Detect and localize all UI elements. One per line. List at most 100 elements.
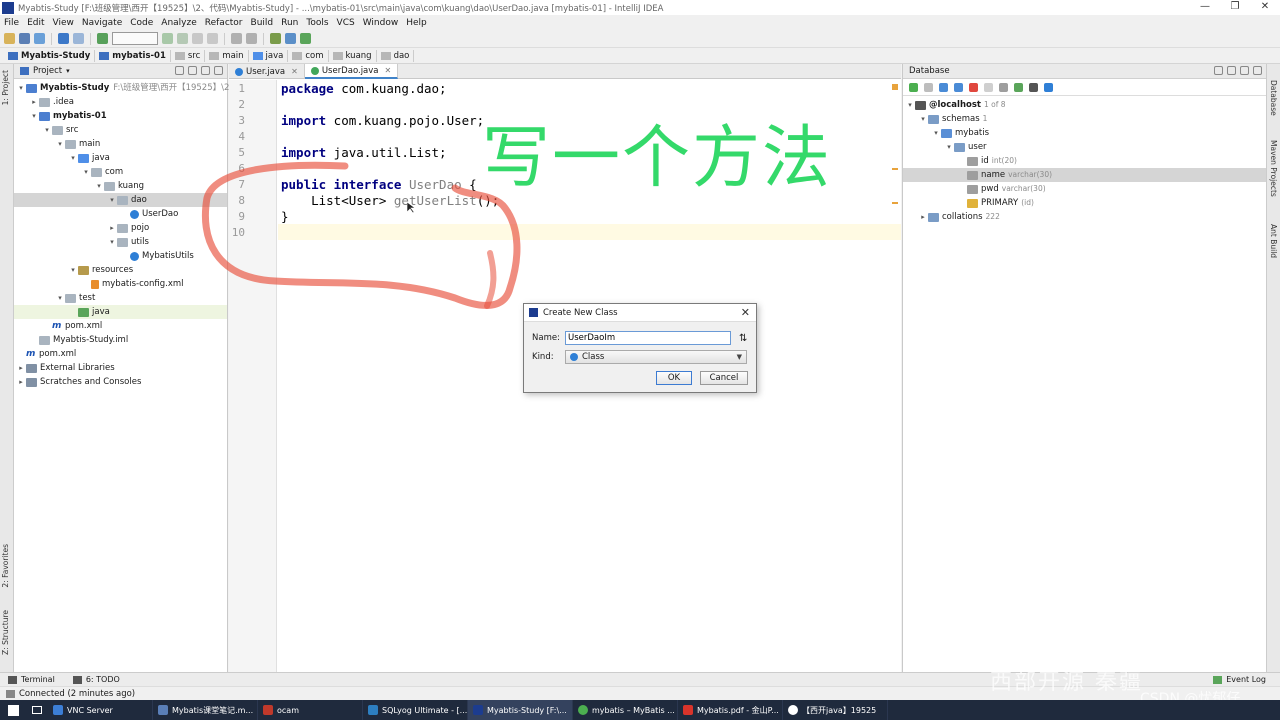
stripe-tab-ant[interactable]: Ant Build — [1269, 224, 1278, 258]
menu-tools[interactable]: Tools — [302, 18, 332, 28]
project-structure-icon[interactable] — [231, 33, 242, 44]
project-tree-item[interactable]: ▸ External Libraries — [16, 361, 114, 375]
add-icon[interactable] — [909, 82, 918, 92]
locate-icon[interactable] — [175, 66, 184, 75]
chevron-down-icon[interactable]: ▾ — [931, 126, 941, 140]
edit-icon[interactable] — [999, 82, 1008, 92]
project-tree-item[interactable]: ▾ java — [68, 151, 110, 165]
breadcrumb-java[interactable]: java — [249, 49, 289, 62]
menu-refactor[interactable]: Refactor — [201, 18, 247, 28]
debug-icon[interactable] — [177, 33, 188, 44]
chevron-down-icon[interactable]: ▾ — [94, 179, 104, 193]
code-line-1[interactable]: package com.kuang.dao; — [281, 81, 447, 96]
chevron-down-icon[interactable]: ▾ — [16, 81, 26, 95]
structure-icon[interactable] — [285, 33, 296, 44]
stripe-tab-database[interactable]: Database — [1269, 80, 1278, 116]
stripe-tab-structure[interactable]: Z: Structure — [1, 610, 10, 655]
chevron-down-icon[interactable]: ▾ — [42, 123, 52, 137]
collapse-icon[interactable] — [188, 66, 197, 75]
stop-icon[interactable] — [969, 82, 978, 92]
menu-view[interactable]: View — [49, 18, 78, 28]
database-tree-item[interactable]: ▾ @localhost 1 of 8 — [905, 98, 1005, 112]
menu-vcs[interactable]: VCS — [333, 18, 359, 28]
taskbar-item-notes[interactable]: Mybatis课堂笔记.m... — [153, 700, 258, 720]
menu-navigate[interactable]: Navigate — [78, 18, 126, 28]
run-config-dropdown[interactable] — [112, 32, 158, 45]
wrench-icon[interactable] — [270, 33, 281, 44]
database-tree-item[interactable]: name varchar(30) — [903, 168, 1266, 182]
stripe-tab-project[interactable]: 1: Project — [1, 70, 10, 105]
chevron-down-icon[interactable]: ▾ — [107, 193, 117, 207]
project-tree-item[interactable]: ▾ utils — [107, 235, 149, 249]
project-tree-item[interactable]: ▾ Myabtis-Study F:\班级管理\西开【19525】\2、代 — [16, 81, 246, 95]
sort-icon[interactable]: ⇅ — [739, 333, 747, 344]
project-tree-item[interactable]: ▾ src — [42, 123, 78, 137]
menu-help[interactable]: Help — [402, 18, 431, 28]
database-tree-item[interactable]: ▾ user — [944, 140, 986, 154]
build-icon[interactable] — [97, 33, 108, 44]
project-tree-item[interactable]: m pom.xml — [42, 319, 102, 333]
chevron-down-icon[interactable]: ▾ — [29, 109, 39, 123]
code-line-3[interactable]: import com.kuang.pojo.User; — [281, 113, 484, 128]
event-log-tab[interactable]: Event Log — [1213, 675, 1266, 684]
taskbar-item-ocam[interactable]: ocam — [258, 700, 363, 720]
breadcrumb-com[interactable]: com — [288, 49, 329, 62]
menu-window[interactable]: Window — [359, 18, 403, 28]
chevron-down-icon[interactable]: ▾ — [55, 291, 65, 305]
warning-stripe[interactable] — [892, 202, 898, 204]
breadcrumb-src[interactable]: src — [171, 49, 206, 62]
project-tree-item[interactable]: MybatisUtils — [120, 249, 194, 263]
hide-icon[interactable] — [214, 66, 223, 75]
warning-marker-icon[interactable] — [892, 84, 898, 90]
menu-code[interactable]: Code — [126, 18, 157, 28]
breadcrumb-module[interactable]: mybatis-01 — [95, 49, 171, 62]
close-icon[interactable]: ✕ — [741, 306, 750, 319]
task-view-button[interactable] — [26, 700, 48, 720]
jump-icon[interactable] — [1014, 82, 1023, 92]
menu-edit[interactable]: Edit — [23, 18, 48, 28]
minimize-button[interactable]: — — [1190, 0, 1220, 15]
forward-arrow-icon[interactable] — [73, 33, 84, 44]
chevron-down-icon[interactable]: ▾ — [55, 137, 65, 151]
sync-icon[interactable] — [34, 33, 45, 44]
chevron-down-icon[interactable]: ▾ — [905, 98, 915, 112]
chevron-down-icon[interactable]: ▾ — [918, 112, 928, 126]
filter-icon[interactable] — [1044, 82, 1053, 92]
project-tree-item[interactable]: ▾ resources — [68, 263, 133, 277]
status-icon[interactable] — [6, 689, 15, 698]
hide-icon[interactable] — [1227, 66, 1236, 75]
ok-button[interactable]: OK — [656, 371, 692, 385]
breadcrumb-main[interactable]: main — [205, 49, 249, 62]
project-tree-item[interactable]: ▾ main — [55, 137, 100, 151]
menu-analyze[interactable]: Analyze — [157, 18, 200, 28]
gear-icon[interactable] — [1214, 66, 1223, 75]
breadcrumb-dao[interactable]: dao — [377, 49, 415, 62]
project-tree-item[interactable]: ▾ mybatis-01 — [29, 109, 106, 123]
back-arrow-icon[interactable] — [58, 33, 69, 44]
menu-file[interactable]: File — [0, 18, 23, 28]
project-tree-item[interactable]: ▸ Scratches and Consoles — [16, 375, 141, 389]
database-tree-item[interactable]: id int(20) — [957, 154, 1017, 168]
chevron-down-icon[interactable]: ▾ — [944, 140, 954, 154]
database-tree-item[interactable]: ▾ mybatis — [931, 126, 989, 140]
taskbar-item-pdf[interactable]: Mybatis.pdf - 金山P... — [678, 700, 783, 720]
taskbar-item-vnc[interactable]: VNC Server — [48, 700, 153, 720]
project-tree-item[interactable]: ▸ .idea — [29, 95, 74, 109]
menu-run[interactable]: Run — [277, 18, 302, 28]
project-panel-title[interactable]: Project — [33, 66, 62, 76]
database-tree-item[interactable]: ▸ collations 222 — [918, 210, 1000, 224]
table-icon[interactable] — [984, 82, 993, 92]
project-tree-item[interactable]: UserDao — [120, 207, 178, 221]
project-tree-item[interactable]: ▸ pojo — [107, 221, 149, 235]
tab-user-java[interactable]: User.java ✕ — [229, 64, 305, 79]
taskbar-item-browser[interactable]: mybatis – MyBatis ... — [573, 700, 678, 720]
close-icon[interactable]: ✕ — [291, 67, 298, 76]
chevron-down-icon[interactable]: ▾ — [66, 67, 70, 75]
project-tree-item[interactable]: ▾ kuang — [94, 179, 144, 193]
chevron-right-icon[interactable]: ▸ — [918, 210, 928, 224]
terminal-tab[interactable]: Terminal — [8, 675, 55, 684]
project-tree-item[interactable]: ▾ test — [55, 291, 95, 305]
stop-icon[interactable] — [207, 33, 218, 44]
refresh-icon[interactable] — [939, 82, 948, 92]
warning-stripe[interactable] — [892, 168, 898, 170]
